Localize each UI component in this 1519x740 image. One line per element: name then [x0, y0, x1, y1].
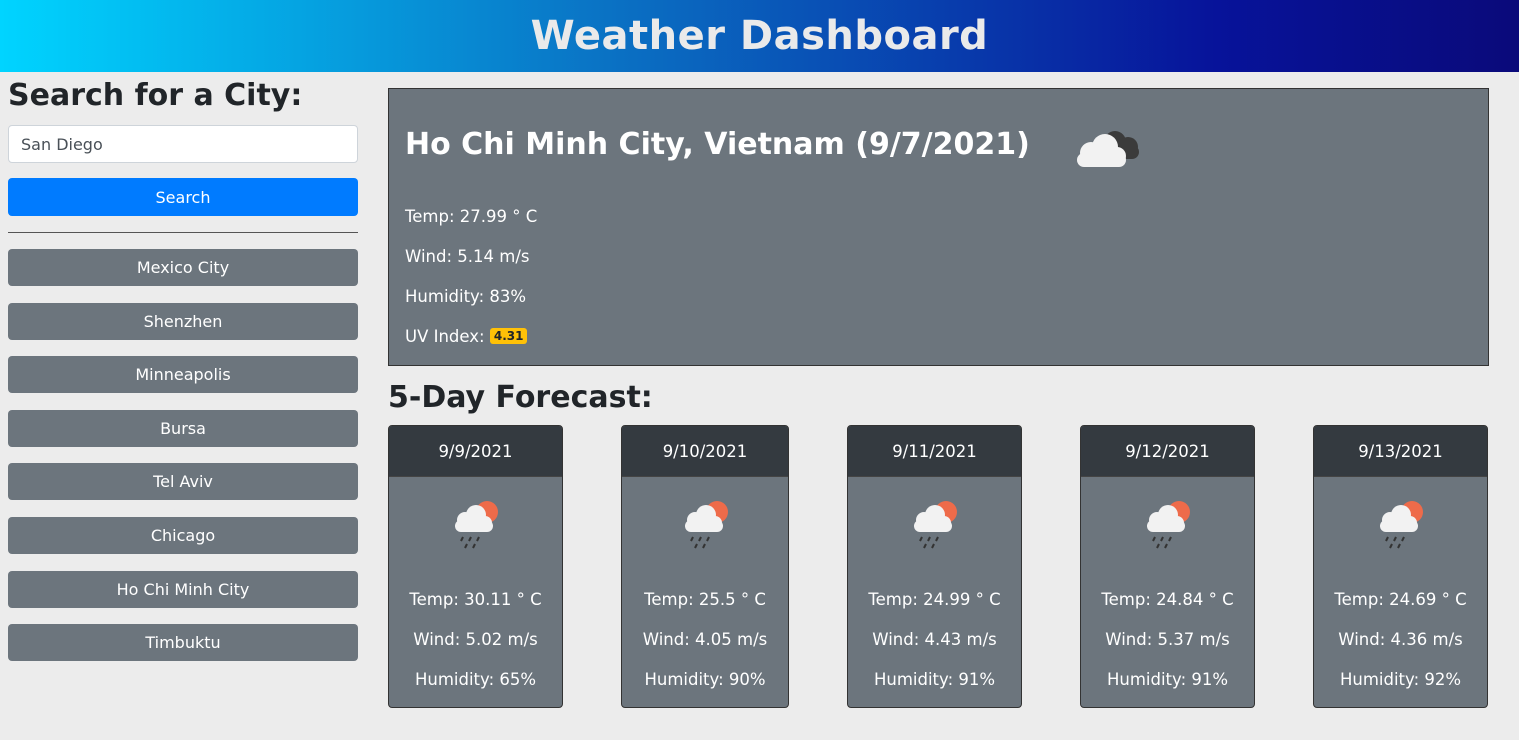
current-uv: UV Index: 4.31 — [405, 327, 528, 346]
history-city-button[interactable]: Ho Chi Minh City — [8, 570, 358, 608]
sidebar-divider — [8, 232, 358, 233]
forecast-temp: Temp: 24.84 ° C — [1101, 590, 1234, 609]
forecast-wind: Wind: 4.36 m/s — [1338, 630, 1463, 649]
forecast-humidity: Humidity: 91% — [873, 670, 996, 689]
forecast-date: 9/9/2021 — [389, 426, 562, 477]
forecast-wind: Wind: 5.02 m/s — [413, 630, 538, 649]
forecast-date: 9/11/2021 — [848, 426, 1021, 477]
forecast-card: 9/9/2021 Temp: 30.11 ° C Wind: 5.02 m/s … — [388, 425, 563, 708]
forecast-temp: Temp: 30.11 ° C — [409, 590, 542, 609]
rain-sun-icon — [1147, 501, 1190, 549]
forecast-card: 9/10/2021 Temp: 25.5 ° C Wind: 4.05 m/s … — [621, 425, 789, 708]
search-heading: Search for a City: — [8, 78, 303, 113]
forecast-date: 9/13/2021 — [1314, 426, 1487, 477]
history-city-button[interactable]: Shenzhen — [8, 302, 358, 340]
history-city-button[interactable]: Bursa — [8, 409, 358, 447]
page-header: Weather Dashboard — [0, 0, 1519, 72]
rain-sun-icon — [455, 501, 498, 549]
search-button[interactable]: Search — [8, 178, 358, 216]
forecast-date: 9/10/2021 — [622, 426, 788, 477]
history-city-button[interactable]: Timbuktu — [8, 624, 358, 662]
forecast-temp: Temp: 24.99 ° C — [868, 590, 1001, 609]
city-search-input[interactable] — [8, 125, 358, 163]
search-sidebar: Search for a City: Search Mexico City Sh… — [8, 72, 358, 662]
history-city-button[interactable]: Chicago — [8, 516, 358, 554]
current-city-title: Ho Chi Minh City, Vietnam (9/7/2021) — [405, 127, 1030, 162]
current-weather-panel: Ho Chi Minh City, Vietnam (9/7/2021) Tem… — [388, 88, 1489, 366]
forecast-humidity: Humidity: 92% — [1339, 670, 1462, 689]
forecast-humidity: Humidity: 91% — [1106, 670, 1229, 689]
forecast-temp: Temp: 24.69 ° C — [1334, 590, 1467, 609]
search-history-list: Mexico City Shenzhen Minneapolis Bursa T… — [8, 249, 358, 678]
current-wind: Wind: 5.14 m/s — [405, 247, 530, 266]
forecast-heading: 5-Day Forecast: — [388, 380, 653, 415]
forecast-humidity: Humidity: 90% — [644, 670, 766, 689]
forecast-card: 9/11/2021 Temp: 24.99 ° C Wind: 4.43 m/s… — [847, 425, 1022, 708]
forecast-card: 9/12/2021 Temp: 24.84 ° C Wind: 5.37 m/s… — [1080, 425, 1255, 708]
current-temp: Temp: 27.99 ° C — [405, 207, 538, 226]
rain-sun-icon — [914, 501, 957, 549]
forecast-date: 9/12/2021 — [1081, 426, 1254, 477]
uv-label: UV Index: — [405, 327, 485, 346]
forecast-wind: Wind: 4.05 m/s — [642, 630, 768, 649]
forecast-card: 9/13/2021 Temp: 24.69 ° C Wind: 4.36 m/s… — [1313, 425, 1488, 708]
forecast-wind: Wind: 5.37 m/s — [1105, 630, 1230, 649]
history-city-button[interactable]: Minneapolis — [8, 356, 358, 394]
page-title: Weather Dashboard — [530, 13, 989, 59]
uv-index-badge: 4.31 — [489, 328, 528, 344]
forecast-humidity: Humidity: 65% — [414, 670, 537, 689]
forecast-wind: Wind: 4.43 m/s — [872, 630, 997, 649]
forecast-temp: Temp: 25.5 ° C — [644, 590, 766, 609]
rain-sun-icon — [1380, 501, 1423, 549]
history-city-button[interactable]: Mexico City — [8, 249, 358, 286]
rain-sun-icon — [685, 501, 728, 549]
history-city-button[interactable]: Tel Aviv — [8, 463, 358, 501]
current-humidity: Humidity: 83% — [405, 287, 527, 306]
cloudy-icon — [1077, 131, 1139, 167]
